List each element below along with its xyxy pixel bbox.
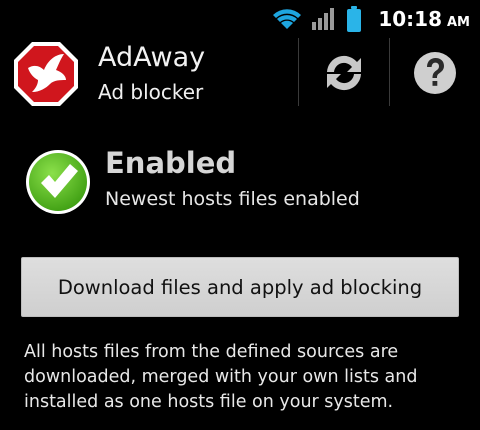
description-line: downloaded, merged with your own lists a… — [24, 367, 418, 387]
refresh-icon — [327, 55, 361, 91]
status-description: Newest hosts files enabled — [105, 188, 360, 210]
action-bar: AdAway Ad blocker — [0, 38, 480, 110]
app-title: AdAway — [98, 42, 206, 73]
signal-icon — [312, 8, 335, 30]
download-apply-label: Download files and apply ad blocking — [57, 275, 423, 299]
status-title: Enabled — [105, 146, 237, 180]
help-icon — [414, 52, 456, 94]
help-button[interactable] — [390, 38, 480, 108]
description-text: All hosts files from the defined sources… — [24, 340, 464, 415]
refresh-button[interactable] — [299, 38, 389, 108]
status-bar: 10:18 AM — [0, 0, 480, 38]
clock: 10:18 AM — [378, 7, 470, 31]
description-line: All hosts files from the defined sources… — [24, 342, 399, 362]
app-subtitle: Ad blocker — [98, 80, 204, 104]
status-icons: 10:18 AM — [272, 6, 470, 32]
wifi-icon — [273, 9, 302, 29]
clock-ampm: AM — [447, 15, 470, 30]
status-section: Enabled Newest hosts files enabled — [0, 140, 480, 230]
download-apply-button[interactable]: Download files and apply ad blocking — [21, 257, 459, 317]
checkmark-icon — [26, 150, 90, 214]
clock-time: 10:18 — [378, 7, 442, 31]
battery-icon — [347, 6, 362, 32]
adaway-logo-icon — [14, 42, 78, 106]
description-line: installed as one hosts file on your syst… — [24, 392, 394, 412]
